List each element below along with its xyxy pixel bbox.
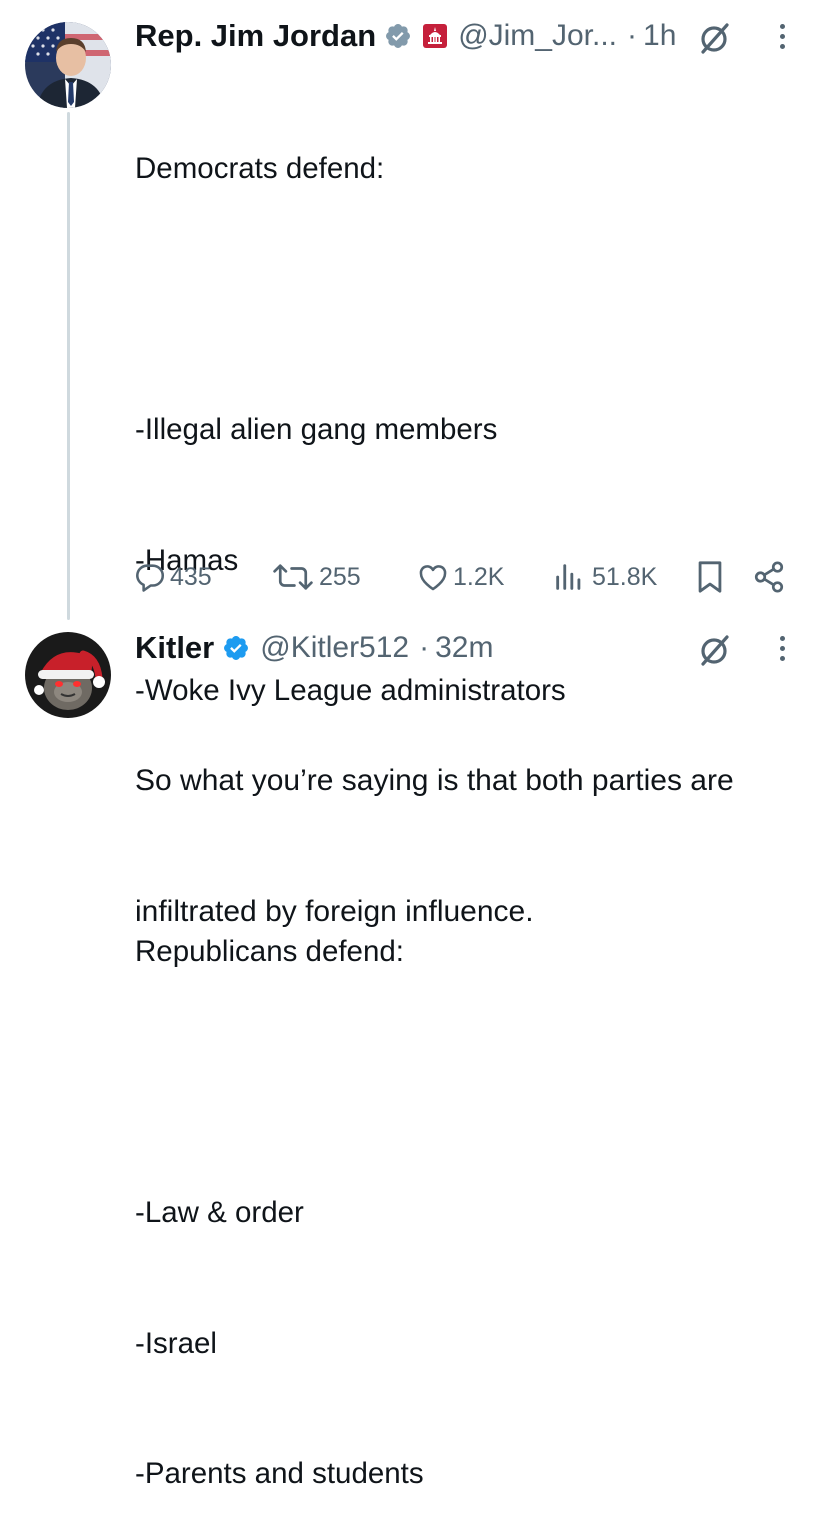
reply-button[interactable]: 435 [133,560,212,594]
post1-header: Rep. Jim Jordan @Jim_Jor... · 1h [135,18,676,54]
thread-connector-line [67,112,70,620]
repost-count: 255 [319,562,361,591]
grok-icon[interactable] [695,632,733,670]
verified-badge-icon[interactable] [222,634,250,662]
grok-icon[interactable] [695,20,733,58]
author-handle[interactable]: @Jim_Jor... [458,19,617,53]
verified-badge-icon[interactable] [384,22,412,50]
author-name[interactable]: Rep. Jim Jordan [135,18,376,54]
header-separator: · [627,19,638,52]
post-line [135,1061,566,1105]
views-count: 51.8K [592,562,658,591]
post-line [135,278,566,322]
bookmark-button[interactable] [695,560,725,594]
post1-action-bar: 435 255 1.2K 51.8K [0,560,827,596]
post-line: So what you’re saying is that both parti… [135,764,734,797]
post-line: -Illegal alien gang members [135,413,498,446]
more-options-icon[interactable] [780,636,785,661]
views-button[interactable]: 51.8K [552,560,657,594]
share-icon [752,560,786,594]
repost-button[interactable]: 255 [270,560,361,594]
avatar-kitler[interactable] [25,632,111,718]
like-button[interactable]: 1.2K [416,560,504,594]
post-line: Democrats defend: [135,152,385,185]
post-line: infiltrated by foreign influence. [135,894,534,928]
header-separator: · [419,631,430,664]
post-line: -Parents and students [135,1457,424,1490]
post-line: -Israel [135,1326,217,1360]
post2-body: So what you’re saying is that both parti… [135,672,734,977]
share-button[interactable] [752,560,786,594]
views-icon [552,560,586,594]
post-time[interactable]: 32m [435,631,493,665]
reply-icon [133,560,167,594]
more-options-icon[interactable] [780,24,785,49]
like-icon [416,560,450,594]
repost-icon [270,560,316,594]
author-handle[interactable]: @Kitler512 [260,631,409,665]
post-time[interactable]: 1h [643,19,676,53]
like-count: 1.2K [453,562,505,591]
affiliation-badge-icon[interactable] [422,23,448,49]
post-line: -Law & order [135,1196,304,1229]
author-name[interactable]: Kitler [135,630,214,666]
post2-header: Kitler @Kitler512 · 32m [135,630,493,666]
bookmark-icon [695,560,725,594]
reply-count: 435 [170,562,212,591]
avatar-jim-jordan[interactable] [25,22,111,108]
